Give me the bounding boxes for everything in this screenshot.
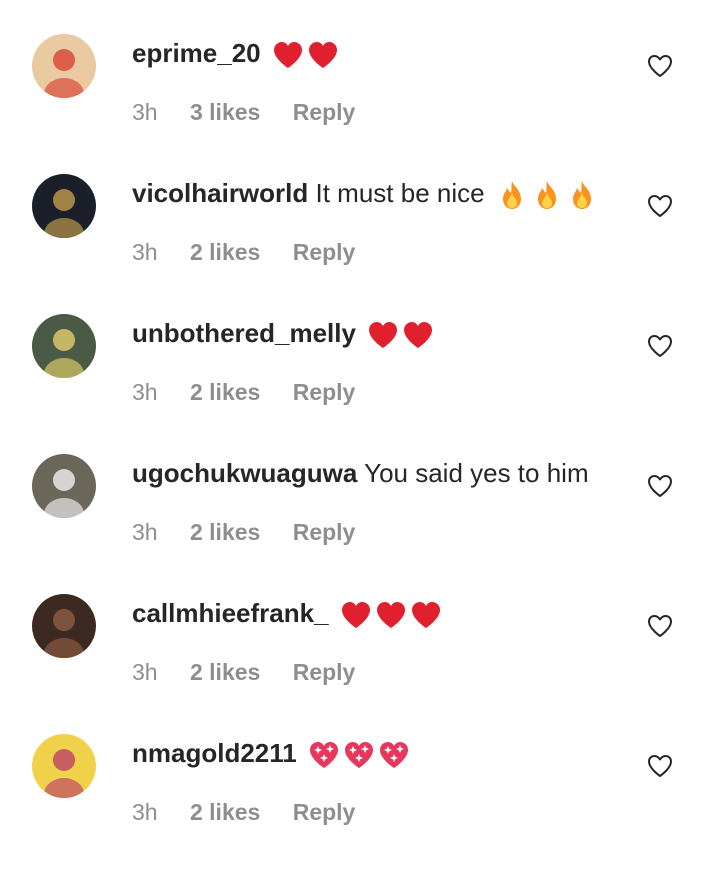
fire-icon (502, 181, 521, 210)
comment-time: 3h (132, 239, 158, 265)
comment-meta: 3h 3 likes Reply (132, 97, 381, 127)
comment-username[interactable]: nmagold2211 (132, 738, 297, 768)
comment-meta: 3h 2 likes Reply (132, 657, 381, 687)
sparkling-heart-icon (379, 742, 408, 769)
comment-item: callmhieefrank_ 3h 2 likes Reply (0, 594, 720, 734)
red-heart-icon (341, 602, 370, 629)
heart-icon[interactable] (646, 752, 674, 780)
red-heart-icon (369, 322, 398, 349)
comment-line: ugochukwuaguwa You said yes to him (132, 456, 620, 490)
comment-meta: 3h 2 likes Reply (132, 377, 381, 407)
comment-meta: 3h 2 likes Reply (132, 517, 381, 547)
reply-button[interactable]: Reply (293, 799, 356, 825)
reply-button[interactable]: Reply (293, 379, 356, 405)
avatar[interactable] (32, 174, 96, 238)
avatar[interactable] (32, 594, 96, 658)
comment-text: You said yes to him (364, 458, 589, 488)
heart-icon[interactable] (646, 332, 674, 360)
comment-likes[interactable]: 2 likes (190, 799, 260, 825)
comment-username[interactable]: unbothered_melly (132, 318, 356, 348)
comment-emoji (308, 740, 413, 770)
comment-item: nmagold2211 3h 2 likes Reply (0, 734, 720, 874)
comment-emoji (367, 320, 437, 350)
heart-icon[interactable] (646, 472, 674, 500)
avatar-image (32, 174, 96, 238)
red-heart-icon (376, 602, 405, 629)
comment-likes[interactable]: 2 likes (190, 659, 260, 685)
heart-icon[interactable] (646, 52, 674, 80)
comment-username[interactable]: eprime_20 (132, 38, 261, 68)
avatar-image (32, 314, 96, 378)
comment-line: eprime_20 (132, 36, 620, 70)
comment-likes[interactable]: 2 likes (190, 239, 260, 265)
comment-meta: 3h 2 likes Reply (132, 237, 381, 267)
sparkling-heart-icon (309, 742, 338, 769)
fire-icon (572, 181, 591, 210)
comment-time: 3h (132, 799, 158, 825)
comment-text: It must be nice (315, 178, 485, 208)
avatar[interactable] (32, 314, 96, 378)
comment-meta: 3h 2 likes Reply (132, 797, 381, 827)
avatar-image (32, 594, 96, 658)
heart-outline-icon (648, 55, 672, 77)
comment-list: eprime_20 3h 3 likes Reply vicolhairworl… (0, 0, 720, 849)
comment-line: vicolhairworld It must be nice (132, 176, 620, 210)
avatar[interactable] (32, 454, 96, 518)
comment-time: 3h (132, 379, 158, 405)
comment-item: eprime_20 3h 3 likes Reply (0, 34, 720, 174)
comment-item: vicolhairworld It must be nice 3h 2 like… (0, 174, 720, 314)
comment-time: 3h (132, 659, 158, 685)
reply-button[interactable]: Reply (293, 659, 356, 685)
red-heart-icon (411, 602, 440, 629)
comment-item: unbothered_melly 3h 2 likes Reply (0, 314, 720, 454)
heart-outline-icon (648, 475, 672, 497)
reply-button[interactable]: Reply (293, 239, 356, 265)
avatar-image (32, 454, 96, 518)
avatar-image (32, 34, 96, 98)
comment-time: 3h (132, 519, 158, 545)
heart-icon[interactable] (646, 192, 674, 220)
comment-likes[interactable]: 2 likes (190, 519, 260, 545)
red-heart-icon (404, 322, 433, 349)
comment-line: callmhieefrank_ (132, 596, 620, 630)
heart-outline-icon (648, 335, 672, 357)
reply-button[interactable]: Reply (293, 519, 356, 545)
comment-likes[interactable]: 3 likes (190, 99, 260, 125)
avatar-image (32, 734, 96, 798)
comment-username[interactable]: vicolhairworld (132, 178, 308, 208)
comment-emoji (340, 600, 445, 630)
comment-item: ugochukwuaguwa You said yes to him 3h 2 … (0, 454, 720, 594)
heart-outline-icon (648, 615, 672, 637)
heart-outline-icon (648, 195, 672, 217)
heart-icon[interactable] (646, 612, 674, 640)
comment-username[interactable]: ugochukwuaguwa (132, 458, 357, 488)
comment-likes[interactable]: 2 likes (190, 379, 260, 405)
comment-time: 3h (132, 99, 158, 125)
sparkling-heart-icon (344, 742, 373, 769)
fire-icon (537, 181, 556, 210)
comment-line: unbothered_melly (132, 316, 620, 350)
avatar[interactable] (32, 34, 96, 98)
reply-button[interactable]: Reply (293, 99, 356, 125)
red-heart-icon (308, 42, 337, 69)
comment-line: nmagold2211 (132, 736, 620, 770)
avatar[interactable] (32, 734, 96, 798)
comment-username[interactable]: callmhieefrank_ (132, 598, 329, 628)
red-heart-icon (273, 42, 302, 69)
comment-emoji (496, 180, 601, 210)
comment-emoji (272, 40, 342, 70)
heart-outline-icon (648, 755, 672, 777)
